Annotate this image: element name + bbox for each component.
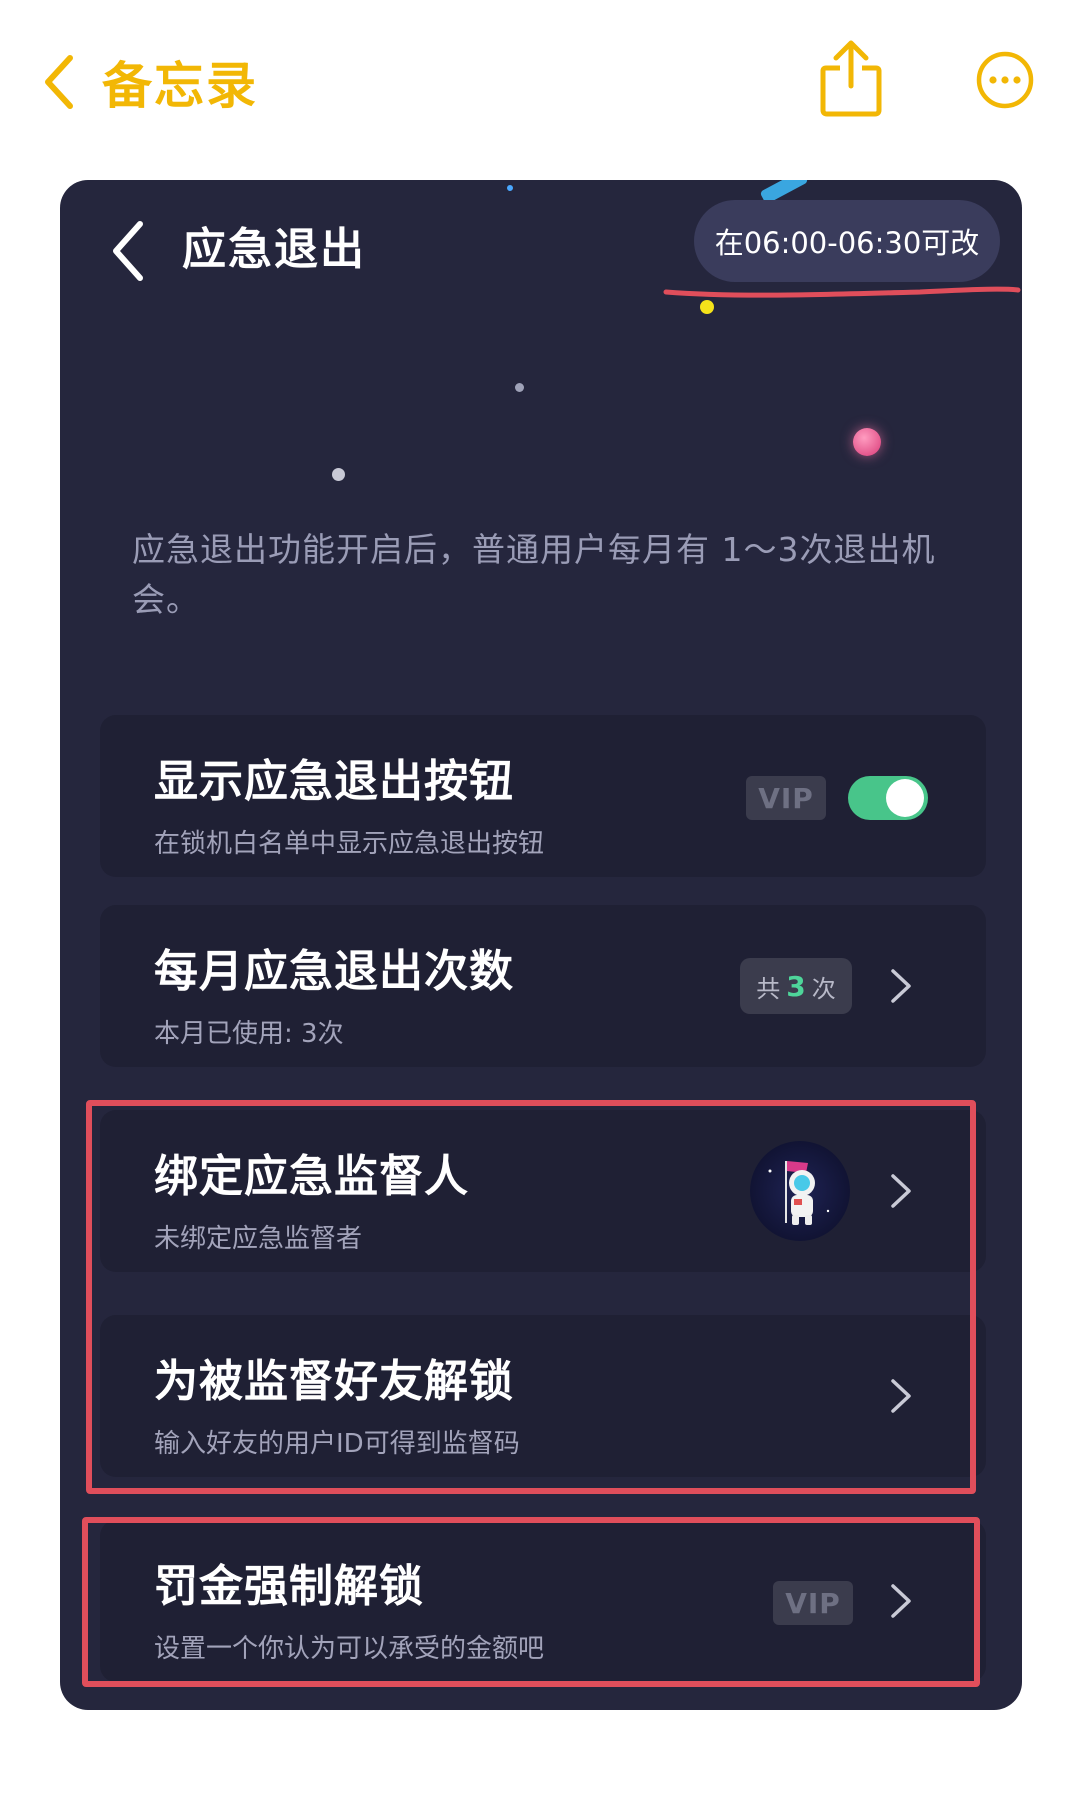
- chevron-right-icon: [891, 969, 911, 1003]
- toggle-knob: [886, 779, 924, 817]
- red-box-annotation: [86, 1100, 976, 1494]
- page-title: 应急退出: [182, 224, 366, 275]
- notes-back-label: 备忘录: [102, 57, 258, 115]
- red-underline-annotation: [663, 286, 1021, 298]
- app-screen-card: 应急退出 在06:00-06:30可改 应急退出功能开启后，普通用户每月有 1～…: [60, 180, 1022, 1710]
- red-box-annotation: [82, 1517, 980, 1687]
- star-decoration: [507, 185, 513, 191]
- star-decoration: [515, 383, 524, 392]
- total-count-badge: 共 3 次: [740, 958, 852, 1014]
- row-title: 每月应急退出次数: [154, 946, 514, 997]
- notes-back-button[interactable]: 备忘录: [40, 42, 258, 122]
- planet-decoration: [853, 428, 881, 456]
- back-chevron-icon[interactable]: [108, 218, 148, 284]
- count-prefix: 共: [756, 974, 781, 1003]
- time-window-badge: 在06:00-06:30可改: [694, 200, 1000, 282]
- monthly-exit-count-row[interactable]: 每月应急退出次数 本月已使用: 3次 共 3 次: [100, 905, 986, 1067]
- show-exit-button-row[interactable]: 显示应急退出按钮 在锁机白名单中显示应急退出按钮 VIP: [100, 715, 986, 877]
- intro-text: 应急退出功能开启后，普通用户每月有 1～3次退出机会。: [132, 530, 936, 619]
- screen: 备忘录 应急退出 在06:00-06:30可改 应急退出功能开启后，普通用户每月…: [0, 0, 1080, 1800]
- more-icon[interactable]: [975, 50, 1035, 110]
- row-subtitle: 在锁机白名单中显示应急退出按钮: [154, 829, 545, 859]
- row-subtitle: 本月已使用: 3次: [154, 1019, 344, 1049]
- count-number: 3: [786, 969, 806, 1003]
- show-exit-button-toggle[interactable]: [848, 776, 928, 820]
- star-decoration: [332, 468, 345, 481]
- chevron-left-icon: [45, 55, 73, 109]
- vip-badge: VIP: [746, 776, 826, 820]
- row-title: 显示应急退出按钮: [154, 756, 514, 807]
- share-icon[interactable]: [818, 38, 884, 118]
- notes-top-bar: 备忘录: [0, 0, 1080, 160]
- count-suffix: 次: [811, 974, 836, 1003]
